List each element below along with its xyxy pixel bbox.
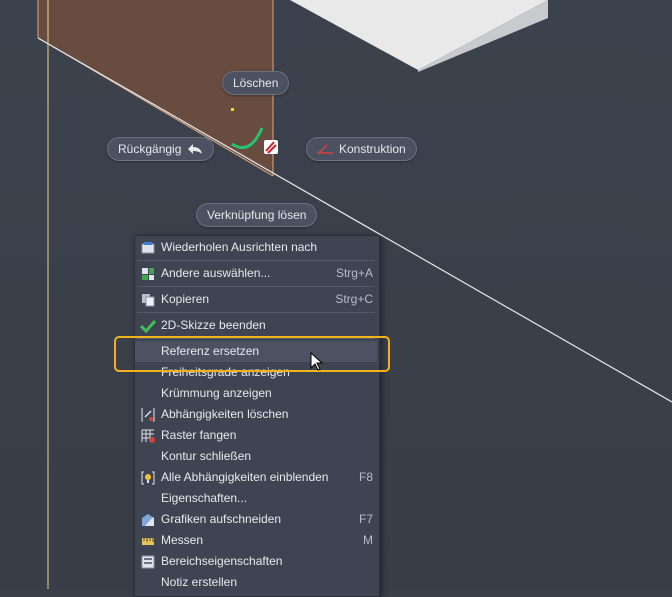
menu-item-label: Eigenschaften...	[161, 491, 248, 505]
slice-graphics-icon	[135, 513, 161, 527]
construction-label: Konstruktion	[339, 142, 406, 156]
menu-separator	[137, 312, 375, 313]
region-properties-icon	[135, 555, 161, 569]
menu-item-shortcut: F8	[358, 470, 373, 484]
menu-item-show-all-constraints[interactable]: Alle Abhängigkeiten einblenden F8	[135, 467, 377, 488]
menu-item-grid-snap[interactable]: Raster fangen	[135, 425, 377, 446]
unlink-pill-button[interactable]: Verknüpfung lösen	[196, 203, 318, 227]
menu-item-label: Abhängigkeiten löschen	[161, 407, 289, 421]
repeat-icon	[135, 241, 161, 255]
menu-item-shortcut: F7	[358, 512, 373, 526]
menu-item-finish-sketch[interactable]: 2D-Skizze beenden	[135, 315, 377, 336]
menu-item-label: Notiz erstellen	[161, 575, 238, 589]
menu-item-close-loop[interactable]: Kontur schließen	[135, 446, 377, 467]
menu-item-select-other[interactable]: Andere auswählen... Strg+A	[135, 263, 377, 284]
menu-item-label: Messen	[161, 533, 204, 547]
context-menu: Wiederholen Ausrichten nach Andere auswä…	[134, 235, 380, 597]
menu-item-label: Raster fangen	[161, 428, 237, 442]
menu-separator	[137, 260, 375, 261]
menu-item-create-note[interactable]: Notiz erstellen	[135, 572, 377, 593]
menu-separator	[137, 286, 375, 287]
sketch-point	[231, 108, 234, 111]
menu-item-label: Alle Abhängigkeiten einblenden	[161, 470, 329, 484]
delete-pill-button[interactable]: Löschen	[222, 71, 290, 95]
undo-arrow-icon	[187, 143, 203, 155]
menu-item-repeat[interactable]: Wiederholen Ausrichten nach	[135, 237, 377, 258]
menu-item-label: Bereichseigenschaften	[161, 554, 283, 568]
checkmark-icon	[135, 319, 161, 333]
menu-item-label: 2D-Skizze beenden	[161, 318, 266, 332]
menu-item-measure[interactable]: Messen M	[135, 530, 377, 551]
menu-item-shortcut: Strg+C	[335, 292, 373, 306]
menu-item-copy[interactable]: Kopieren Strg+C	[135, 289, 377, 310]
menu-item-label: Wiederholen Ausrichten nach	[161, 240, 318, 254]
model-block-face	[290, 0, 548, 70]
highlight-callout	[114, 336, 390, 372]
menu-item-properties[interactable]: Eigenschaften...	[135, 488, 377, 509]
undo-label: Rückgängig	[118, 142, 182, 156]
menu-item-show-curvature[interactable]: Krümmung anzeigen	[135, 383, 377, 404]
measure-icon	[135, 534, 161, 548]
copy-icon	[135, 293, 161, 307]
unlink-label: Verknüpfung lösen	[207, 208, 307, 222]
menu-item-label: Grafiken aufschneiden	[161, 512, 282, 526]
construction-pill-button[interactable]: Konstruktion	[306, 137, 417, 161]
mouse-cursor-icon	[310, 352, 324, 371]
menu-item-label: Kontur schließen	[161, 449, 252, 463]
grid-snap-icon	[135, 429, 161, 443]
menu-item-label: Kopieren	[161, 292, 210, 306]
menu-item-shortcut: Strg+A	[335, 266, 373, 280]
construction-line-icon	[317, 144, 333, 154]
menu-item-slice-graphics[interactable]: Grafiken aufschneiden F7	[135, 509, 377, 530]
menu-item-delete-constraints[interactable]: Abhängigkeiten löschen	[135, 404, 377, 425]
delete-constraints-icon	[135, 408, 161, 422]
constraint-glyph-icon	[264, 140, 278, 154]
menu-item-region-properties[interactable]: Bereichseigenschaften	[135, 551, 377, 572]
select-other-icon	[135, 267, 161, 281]
menu-item-label: Andere auswählen...	[161, 266, 271, 280]
menu-item-label: Krümmung anzeigen	[161, 386, 272, 400]
undo-pill-button[interactable]: Rückgängig	[107, 137, 215, 161]
show-constraints-icon	[135, 471, 161, 485]
delete-label: Löschen	[233, 76, 279, 90]
menu-item-shortcut: M	[363, 533, 373, 547]
